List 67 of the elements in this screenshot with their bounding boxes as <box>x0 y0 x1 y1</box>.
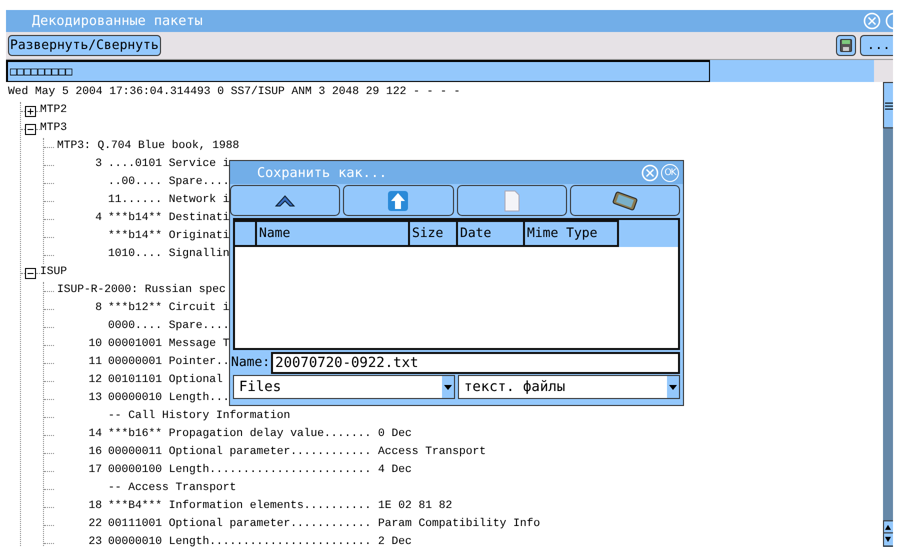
expand-collapse-button[interactable]: Развернуть/Свернуть <box>8 35 161 56</box>
byte-offset: 14 <box>88 428 102 440</box>
byte-offset: 23 <box>88 536 102 547</box>
collapse-icon[interactable] <box>25 124 36 134</box>
byte-offset: 10 <box>88 338 102 350</box>
column-header[interactable]: Name <box>257 220 410 247</box>
byte-offset: 22 <box>88 518 102 530</box>
byte-offset: 18 <box>88 500 102 512</box>
byte-offset: 17 <box>88 464 102 476</box>
new-file-button[interactable] <box>456 185 567 216</box>
byte-offset: 4 <box>95 212 102 224</box>
byte-offset: 16 <box>88 446 102 458</box>
tree-node[interactable]: ISUP <box>40 264 68 282</box>
field-line[interactable]: 1010.... Signallin <box>108 246 230 264</box>
location-dropdown[interactable]: Files <box>233 375 455 399</box>
field-line[interactable]: 00000010 Length........................ 2 Dec <box>108 534 412 547</box>
field-line[interactable]: ***b12** Circuit i <box>108 300 230 318</box>
file-name-field[interactable]: 20070720-0922.txt <box>271 352 680 374</box>
tree-node[interactable]: MTP2 <box>40 102 68 120</box>
field-line[interactable]: ***b16** Propagation delay value....... 0 Dec <box>108 426 412 444</box>
save-button[interactable] <box>836 35 856 56</box>
more-button[interactable]: ... <box>860 35 893 56</box>
byte-offset: 3 <box>95 158 102 170</box>
protocol-title[interactable]: MTP3: Q.704 Blue book, 1988 <box>57 138 240 156</box>
field-line[interactable]: 0000.... Spare.... <box>108 318 230 336</box>
window-title: Декодированные пакеты <box>32 13 204 29</box>
chevron-up-icon <box>275 194 296 208</box>
file-type-dropdown[interactable]: текст. файлы <box>458 375 680 399</box>
column-header[interactable]: Mime Type <box>525 220 619 247</box>
field-line[interactable]: ....0101 Service i <box>108 156 230 174</box>
header-cell <box>235 220 257 247</box>
byte-offset: 8 <box>95 302 102 314</box>
field-line[interactable]: 11...... Network i <box>108 192 230 210</box>
caret-icon <box>669 384 677 390</box>
field-line[interactable]: ***b14** Originati <box>108 228 230 246</box>
dialog-title: Сохранить как... <box>257 164 388 180</box>
field-line[interactable]: 00000100 Length........................ 4 Dec <box>108 462 412 480</box>
up-button[interactable] <box>230 185 340 216</box>
expand-icon[interactable] <box>25 106 36 116</box>
byte-offset: 12 <box>88 374 102 386</box>
field-line[interactable]: ***b14** Destinati <box>108 210 230 228</box>
packet-summary[interactable]: Wed May 5 2004 17:36:04.314493 0 SS7/ISUP ANM 3 2048 29 122 - - - - <box>8 84 883 102</box>
protocol-title[interactable]: ISUP-R-2000: Russian spec <box>57 282 226 300</box>
field-line[interactable]: ..00.... Spare.... <box>108 174 230 192</box>
document-icon <box>504 190 520 212</box>
field-line[interactable]: ***B4*** Information elements.......... 1E 02 81 82 <box>108 498 452 516</box>
column-header[interactable]: Size <box>410 220 458 247</box>
byte-offset: 11 <box>88 356 102 368</box>
collapse-icon[interactable] <box>25 268 36 278</box>
column-header[interactable]: Date <box>458 220 525 247</box>
floppy-icon <box>840 39 852 52</box>
file-list[interactable]: Name Size Date Mime Type <box>233 218 680 350</box>
name-label: Name: <box>231 355 270 370</box>
field-line[interactable]: 00101101 Optional <box>108 372 223 390</box>
tree-node[interactable]: MTP3 <box>40 120 68 138</box>
field-line[interactable]: 00000010 Length... <box>108 390 230 408</box>
column-header[interactable]: □□□□□□□□□ <box>6 60 710 82</box>
field-line[interactable]: 00000001 Pointer.. <box>108 354 230 372</box>
field-line[interactable]: -- Call History Information <box>108 408 290 426</box>
field-line[interactable]: -- Access Transport <box>108 480 236 498</box>
caret-icon <box>444 384 452 390</box>
field-line[interactable]: 00001001 Message T <box>108 336 230 354</box>
scrollbar[interactable] <box>883 82 893 547</box>
field-line[interactable]: 00000011 Optional parameter............ Access Transport <box>108 444 486 462</box>
byte-offset: 13 <box>88 392 102 404</box>
device-button[interactable] <box>570 185 680 216</box>
field-line[interactable]: 00111001 Optional parameter............ Param Compatibility Info <box>108 516 540 534</box>
